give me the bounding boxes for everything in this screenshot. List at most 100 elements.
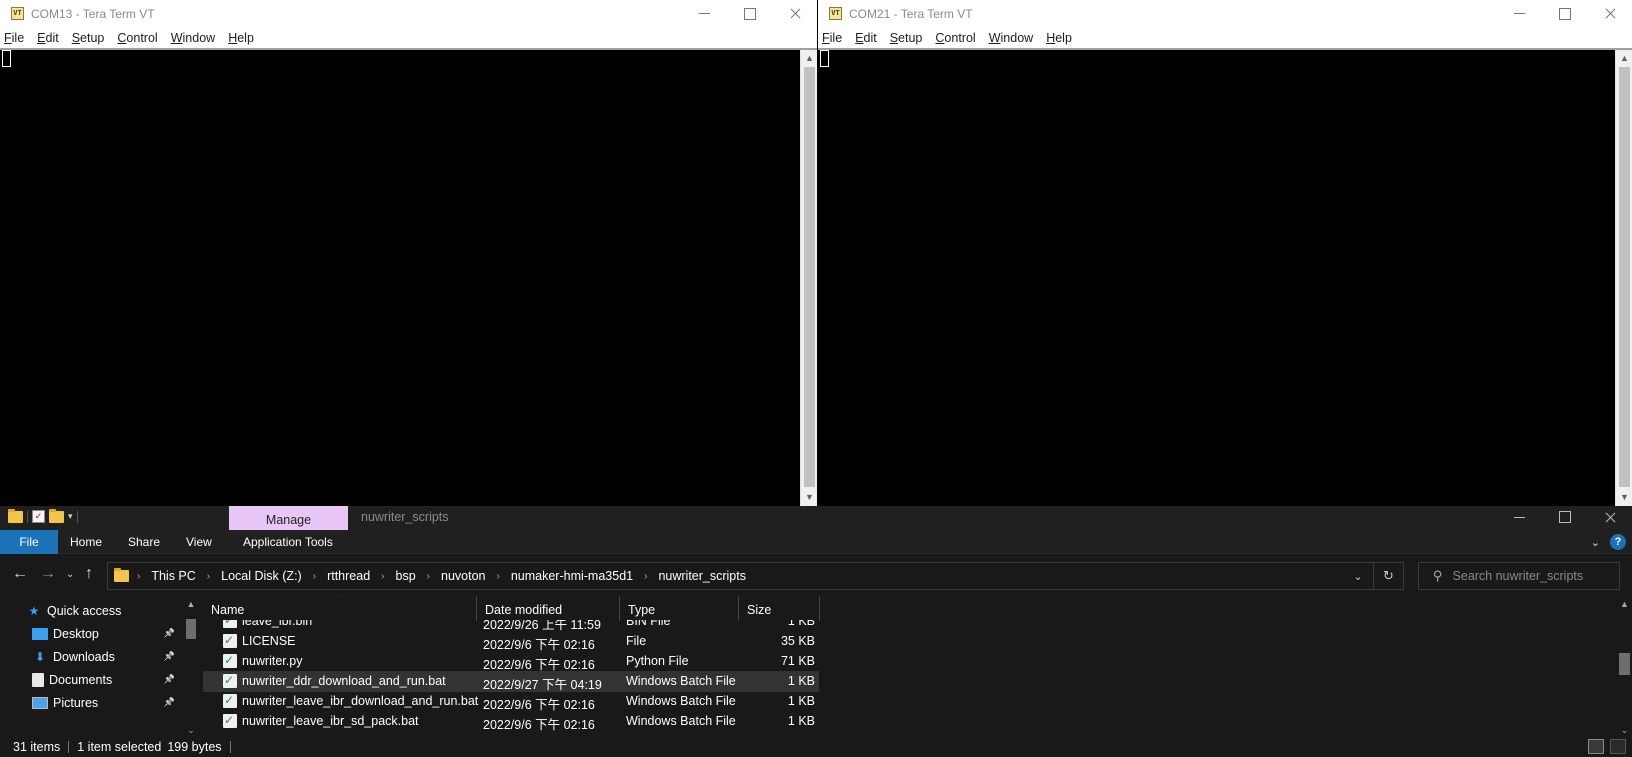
manage-context-tab[interactable]: Manage [229, 506, 348, 530]
pin-icon[interactable]: 📌 [164, 628, 175, 639]
teraterm-app-icon[interactable]: VT [11, 7, 24, 20]
pin-icon[interactable]: 📌 [164, 651, 175, 662]
scroll-down-arrow-icon[interactable]: ▼ [1616, 489, 1632, 506]
chevron-right-icon[interactable]: › [137, 571, 140, 582]
menu-item-window[interactable]: Window [171, 31, 215, 45]
menu-item-control[interactable]: Control [935, 31, 975, 45]
pin-icon[interactable]: 📌 [164, 674, 175, 685]
breadcrumb-item[interactable]: nuvoton [441, 569, 485, 583]
column-header-type[interactable]: Type [620, 596, 738, 620]
recent-locations-icon[interactable]: ⌄ [66, 569, 74, 580]
file-row[interactable]: nuwriter.py2022/9/6 下午 02:16Python File7… [203, 651, 819, 672]
title-bar[interactable]: VT COM13 - Tera Term VT [0, 0, 817, 27]
file-row[interactable]: nuwriter_leave_ibr_sd_pack.bat 2022/9/6 下… [203, 711, 819, 732]
title-bar[interactable]: VT COM21 - Tera Term VT [818, 0, 1632, 27]
file-row[interactable]: nuwriter_ddr_download_and_run.bat2022/9/… [203, 671, 819, 692]
large-icons-view-icon[interactable] [1610, 739, 1626, 754]
scroll-up-arrow-icon[interactable]: ▲ [1616, 50, 1632, 67]
column-divider[interactable] [819, 596, 820, 621]
column-header-date[interactable]: Date modified [477, 596, 619, 620]
breadcrumb-item[interactable]: numaker-hmi-ma35d1 [511, 569, 633, 583]
tab-application-tools[interactable]: Application Tools [229, 530, 347, 554]
scroll-up-arrow-icon[interactable]: ▲ [1617, 599, 1632, 609]
tab-view[interactable]: View [172, 530, 226, 554]
breadcrumb-item[interactable]: Local Disk (Z:) [221, 569, 302, 583]
terminal-area[interactable] [0, 50, 800, 506]
scroll-thumb[interactable] [1619, 67, 1630, 487]
menu-item-file[interactable]: File [4, 31, 24, 45]
file-row[interactable]: nuwriter_leave_ibr_download_and_run.bat2… [203, 691, 819, 712]
menu-item-edit[interactable]: Edit [855, 31, 877, 45]
new-folder-icon[interactable] [49, 508, 64, 523]
tab-share[interactable]: Share [114, 530, 174, 554]
menu-item-help[interactable]: Help [1046, 31, 1072, 45]
close-button[interactable] [772, 0, 817, 27]
address-bar[interactable]: › This PC › Local Disk (Z:) › rtthread › bsp › n… [107, 562, 1404, 590]
column-header-size[interactable]: Size [739, 596, 819, 620]
vertical-scrollbar[interactable]: ▲ ▼ [800, 50, 817, 506]
chevron-down-icon[interactable]: ⌄ [1617, 725, 1632, 736]
help-icon[interactable]: ? [1610, 534, 1626, 550]
tab-home[interactable]: Home [56, 530, 116, 554]
nav-item-quick-access[interactable]: ★ Quick access [0, 599, 185, 622]
file-list-scrollbar[interactable]: ▲ ⌄ [1617, 596, 1632, 736]
chevron-right-icon[interactable]: › [381, 571, 384, 582]
menu-item-window[interactable]: Window [989, 31, 1033, 45]
menu-item-setup[interactable]: Setup [890, 31, 923, 45]
nav-item-documents[interactable]: Documents 📌 [0, 668, 185, 691]
scroll-thumb[interactable] [186, 619, 196, 639]
forward-arrow-icon[interactable]: → [40, 565, 56, 583]
file-row[interactable]: LICENSE2022/9/6 下午 02:16File35 KB [203, 631, 819, 652]
nav-item-pictures[interactable]: Pictures 📌 [0, 691, 185, 714]
chevron-right-icon[interactable]: › [644, 571, 647, 582]
tab-file[interactable]: File [0, 530, 58, 554]
breadcrumb-item[interactable]: This PC [151, 569, 195, 583]
back-arrow-icon[interactable]: ← [12, 565, 28, 583]
column-header-name[interactable]: Name [203, 596, 476, 620]
folder-icon[interactable] [8, 508, 23, 523]
chevron-down-icon[interactable]: ⌄ [185, 725, 197, 736]
menu-item-control[interactable]: Control [117, 31, 157, 45]
vertical-scrollbar[interactable]: ▲ ▼ [1615, 50, 1632, 506]
chevron-right-icon[interactable]: › [427, 571, 430, 582]
menu-item-file[interactable]: File [822, 31, 842, 45]
minimize-button[interactable] [1497, 506, 1542, 530]
nav-item-downloads[interactable]: ⬇ Downloads 📌 [0, 645, 185, 668]
chevron-right-icon[interactable]: › [207, 571, 210, 582]
maximize-button[interactable] [1542, 506, 1587, 530]
minimize-button[interactable] [1497, 0, 1542, 27]
nav-item-desktop[interactable]: Desktop 📌 [0, 622, 185, 645]
breadcrumb-item[interactable]: rtthread [327, 569, 370, 583]
menu-accelerator: W [988, 30, 1001, 45]
teraterm-app-icon[interactable]: VT [829, 7, 842, 20]
close-button[interactable] [1587, 0, 1632, 27]
chevron-down-icon[interactable]: ⌄ [1343, 570, 1373, 583]
expand-ribbon-icon[interactable]: ⌄ [1591, 536, 1600, 549]
search-box[interactable]: ⚲ Search nuwriter_scripts [1418, 562, 1620, 590]
nav-scrollbar[interactable]: ▲ ⌄ [185, 596, 197, 736]
properties-icon[interactable]: ✓ [32, 510, 45, 523]
scroll-thumb[interactable] [804, 67, 815, 487]
breadcrumb-item[interactable]: bsp [396, 569, 416, 583]
up-arrow-icon[interactable]: ↑ [85, 565, 93, 583]
chevron-right-icon[interactable]: › [496, 571, 499, 582]
chevron-right-icon[interactable]: › [313, 571, 316, 582]
pin-icon[interactable]: 📌 [164, 697, 175, 708]
menu-item-help[interactable]: Help [228, 31, 254, 45]
scroll-thumb[interactable] [1619, 653, 1630, 675]
maximize-button[interactable] [727, 0, 772, 27]
breadcrumb-item[interactable]: nuwriter_scripts [658, 569, 746, 583]
close-button[interactable] [1587, 506, 1632, 530]
refresh-icon[interactable]: ↻ [1373, 563, 1403, 589]
scroll-up-arrow-icon[interactable]: ▲ [801, 50, 817, 67]
maximize-button[interactable] [1542, 0, 1587, 27]
customize-toolbar-icon[interactable]: ▾ [68, 511, 73, 522]
terminal-area[interactable] [818, 50, 1615, 506]
explorer-title-bar[interactable]: ✓ ▾ Manage nuwriter_scripts [0, 506, 1632, 530]
scroll-down-arrow-icon[interactable]: ▼ [801, 489, 817, 506]
minimize-button[interactable] [682, 0, 727, 27]
scroll-up-arrow-icon[interactable]: ▲ [185, 599, 197, 609]
menu-item-edit[interactable]: Edit [37, 31, 59, 45]
menu-item-setup[interactable]: Setup [72, 31, 105, 45]
details-view-icon[interactable] [1588, 739, 1604, 754]
